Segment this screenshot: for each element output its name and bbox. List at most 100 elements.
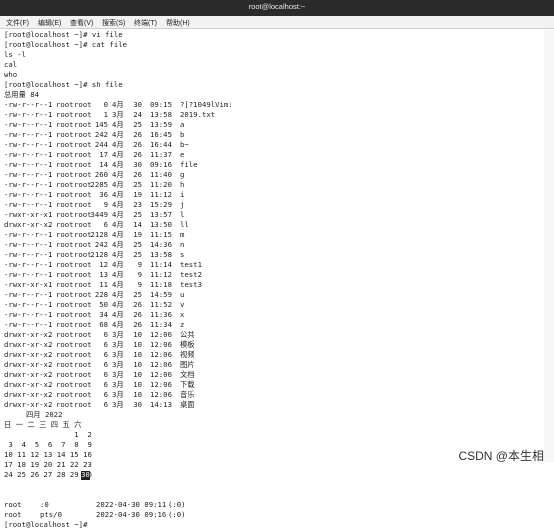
ls-cell: 36 — [99, 190, 108, 199]
ls-cell: drwxr-xr-x. — [4, 330, 53, 339]
ls-cell: 10 — [133, 380, 142, 389]
ls-cell: root — [56, 260, 74, 269]
ls-cell: 30 — [133, 100, 142, 109]
ls-cell: 6 — [103, 360, 108, 369]
ls-cell: 50 — [99, 300, 108, 309]
ls-cell: drwxr-xr-x. — [4, 220, 53, 229]
ls-cell: 244 — [94, 140, 108, 149]
ls-row: -rw-r--r--. 1 root root 34 4月 26 11:36 x — [4, 310, 364, 320]
calendar-week: 17 18 19 20 21 22 23 — [4, 460, 92, 469]
ls-cell: root — [56, 330, 74, 339]
ls-cell: 3月 — [112, 400, 124, 409]
ls-cell: 11:12 — [150, 190, 172, 199]
ls-cell: a — [180, 120, 185, 129]
ls-cell: -rw-r--r--. — [4, 320, 53, 329]
who-cell: 2022-04-30 09:11 — [96, 500, 167, 509]
ls-cell: 10 — [133, 390, 142, 399]
ls-cell: file — [180, 160, 198, 169]
ls-cell: 26 — [133, 130, 142, 139]
ls-cell: m — [180, 230, 185, 239]
menu-edit[interactable]: 编辑(E) — [38, 18, 61, 28]
ls-cell: root — [74, 160, 92, 169]
ls-cell: 4月 — [112, 160, 124, 169]
ls-cell: -rw-r--r--. — [4, 250, 53, 259]
ls-cell: n — [180, 240, 185, 249]
ls-row: -rw-r--r--. 1 root root 145 4月 25 13:59 a — [4, 120, 364, 130]
ls-cell: 1 — [48, 200, 53, 209]
ls-cell: 1 — [48, 210, 53, 219]
menu-search[interactable]: 搜索(S) — [102, 18, 125, 28]
ls-cell: 6 — [103, 370, 108, 379]
ls-cell: 4月 — [112, 300, 124, 309]
who-row: root pts/0 2022-04-30 09:16 (:0) — [4, 510, 304, 520]
ls-row: drwxr-xr-x. 2 root root 6 3月 10 12:06 文档 — [4, 370, 364, 380]
ls-cell: root — [56, 100, 74, 109]
prompt-line: [root@localhost ~]# vi file — [4, 30, 123, 39]
ls-cell: 4月 — [112, 140, 124, 149]
ls-cell: 1 — [103, 110, 108, 119]
menu-help[interactable]: 帮助(H) — [166, 18, 190, 28]
ls-cell: 11 — [99, 280, 108, 289]
ls-row: drwxr-xr-x. 2 root root 6 3月 10 12:06 视频 — [4, 350, 364, 360]
ls-cell: -rw-r--r--. — [4, 260, 53, 269]
ls-cell: 10 — [133, 350, 142, 359]
ls-cell: drwxr-xr-x. — [4, 360, 53, 369]
ls-row: -rwxr-xr-x. 1 root root 11 4月 9 11:18 test3 — [4, 280, 364, 290]
ls-cell: drwxr-xr-x. — [4, 370, 53, 379]
menu-terminal[interactable]: 终端(T) — [134, 18, 157, 28]
ls-row: -rw-r--r--. 1 root root 244 4月 26 16:44 b~ — [4, 140, 364, 150]
ls-cell: 1 — [48, 320, 53, 329]
window-titlebar: root@localhost:~ — [0, 0, 554, 16]
menu-file[interactable]: 文件(F) — [6, 18, 29, 28]
ls-cell: -rw-r--r--. — [4, 170, 53, 179]
ls-cell: root — [56, 110, 74, 119]
ls-cell: root — [74, 190, 92, 199]
ls-cell: 1 — [48, 290, 53, 299]
ls-cell: root — [74, 400, 92, 409]
ls-cell: root — [56, 230, 74, 239]
who-cell: root — [4, 500, 22, 509]
ls-cell: 26 — [133, 300, 142, 309]
prompt-line: [root@localhost ~]# sh file — [4, 80, 123, 89]
ls-cell: drwxr-xr-x. — [4, 350, 53, 359]
ls-cell: 14 — [133, 220, 142, 229]
ls-cell: root — [74, 320, 92, 329]
ls-cell: 10 — [133, 360, 142, 369]
ls-cell: 1 — [48, 150, 53, 159]
ls-cell: 12:06 — [150, 370, 172, 379]
ls-cell: -rw-r--r--. — [4, 240, 53, 249]
ls-cell: 13:57 — [150, 210, 172, 219]
ls-cell: root — [74, 140, 92, 149]
ls-cell: 2 — [48, 400, 53, 409]
ls-cell: 4月 — [112, 170, 124, 179]
who-cell: 2022-04-30 09:16 — [96, 510, 167, 519]
ls-cell: 2 — [48, 220, 53, 229]
ls-cell: u — [180, 290, 185, 299]
terminal-scrollbar[interactable] — [544, 30, 554, 462]
ls-cell: 4月 — [112, 280, 124, 289]
ls-cell: root — [56, 150, 74, 159]
ls-row: -rw-r--r--. 1 root root 12 4月 9 11:14 test1 — [4, 260, 364, 270]
ls-row: drwxr-xr-x. 2 root root 6 4月 14 13:50 ll — [4, 220, 364, 230]
ls-cell: -rw-r--r--. — [4, 150, 53, 159]
ls-cell: root — [56, 400, 74, 409]
ls-cell: 11:34 — [150, 320, 172, 329]
ls-cell: root — [74, 200, 92, 209]
ls-cell: root — [56, 310, 74, 319]
ls-cell: 4月 — [112, 230, 124, 239]
terminal-output[interactable]: [root@localhost ~]# vi file [root@localho… — [4, 30, 544, 529]
ls-cell: 15:29 — [150, 200, 172, 209]
ls-cell: 3月 — [112, 330, 124, 339]
ls-cell: root — [56, 160, 74, 169]
ls-cell: root — [74, 230, 92, 239]
ls-cell: 1 — [48, 230, 53, 239]
ls-cell: root — [56, 130, 74, 139]
ls-cell: root — [74, 210, 92, 219]
ls-cell: -rw-r--r--. — [4, 190, 53, 199]
ls-cell: 26 — [133, 140, 142, 149]
ls-cell: 30 — [133, 160, 142, 169]
ls-cell: 2 — [48, 330, 53, 339]
ls-cell: drwxr-xr-x. — [4, 400, 53, 409]
menu-view[interactable]: 查看(V) — [70, 18, 93, 28]
ls-row: drwxr-xr-x. 2 root root 6 3月 10 12:06 图片 — [4, 360, 364, 370]
